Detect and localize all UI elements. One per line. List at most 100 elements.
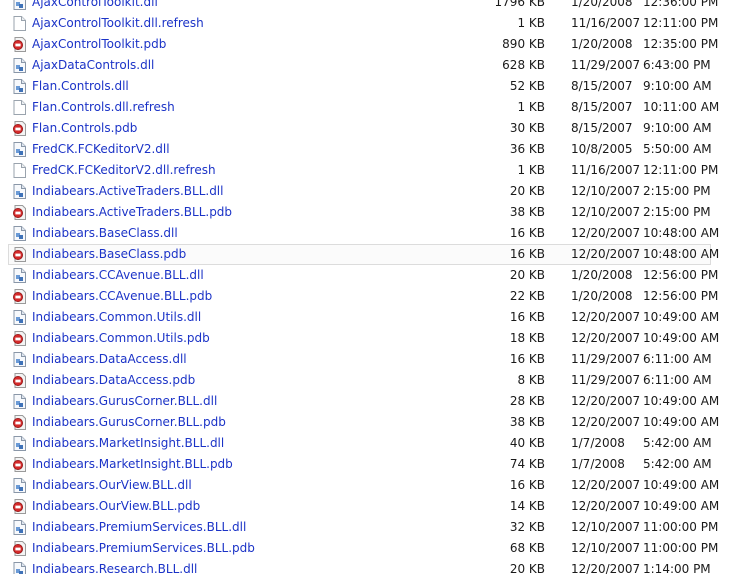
pdb-icon: [13, 499, 26, 514]
file-row[interactable]: Indiabears.Common.Utils.pdb 18 KB 12/20/20…: [8, 328, 719, 349]
file-time: 12:11:00 PM: [643, 16, 719, 30]
file-row[interactable]: Indiabears.ActiveTraders.BLL.dll 20 KB 12/…: [8, 181, 711, 202]
file-size: 18 KB: [509, 331, 545, 345]
file-name[interactable]: Indiabears.GurusCorner.BLL.pdb: [32, 413, 226, 432]
file-name[interactable]: Indiabears.DataAccess.pdb: [32, 371, 195, 390]
file-time: 1:14:00 PM: [643, 562, 711, 574]
file-name[interactable]: Indiabears.BaseClass.pdb: [32, 245, 186, 264]
file-row[interactable]: Indiabears.Research.BLL.dll 20 KB 12/20/20…: [8, 559, 711, 574]
file-date: 12/20/2007: [571, 331, 641, 345]
file-time: 12:56:00 PM: [643, 268, 719, 282]
dll-icon: [13, 562, 26, 574]
file-row[interactable]: Indiabears.Common.Utils.dll 16 KB 12/20/20…: [8, 307, 719, 328]
file-row[interactable]: Indiabears.DataAccess.dll 16 KB 11/29/2007…: [8, 349, 712, 370]
file-name[interactable]: Indiabears.CCAvenue.BLL.pdb: [32, 287, 212, 306]
file-name[interactable]: Indiabears.OurView.BLL.pdb: [32, 497, 200, 516]
file-row[interactable]: Indiabears.ActiveTraders.BLL.pdb 38 KB 12/…: [8, 202, 711, 223]
file-row[interactable]: Indiabears.PremiumServices.BLL.pdb 68 KB 1…: [8, 538, 718, 559]
file-name[interactable]: Indiabears.ActiveTraders.BLL.pdb: [32, 203, 232, 222]
file-name[interactable]: AjaxControlToolkit.pdb: [32, 35, 166, 54]
file-row[interactable]: AjaxControlToolkit.dll 1796 KB 1/20/2008 12…: [8, 0, 718, 13]
file-name[interactable]: AjaxControlToolkit.dll: [32, 0, 158, 12]
file-time: 9:10:00 AM: [643, 121, 712, 135]
file-row[interactable]: Indiabears.OurView.BLL.pdb 14 KB 12/20/200…: [8, 496, 719, 517]
file-name[interactable]: Indiabears.ActiveTraders.BLL.dll: [32, 182, 223, 201]
file-name[interactable]: Indiabears.CCAvenue.BLL.dll: [32, 266, 204, 285]
file-name[interactable]: Indiabears.Research.BLL.dll: [32, 560, 197, 574]
file-name[interactable]: Indiabears.MarketInsight.BLL.dll: [32, 434, 224, 453]
file-row[interactable]: Indiabears.DataAccess.pdb 8 KB 11/29/2007 6…: [8, 370, 712, 391]
dll-icon: [13, 184, 26, 199]
file-date: 12/10/2007: [571, 184, 641, 198]
file-date: 12/20/2007: [571, 226, 641, 240]
pdb-icon: [13, 205, 26, 220]
file-time: 10:49:00 AM: [643, 478, 720, 492]
file-time: 2:15:00 PM: [643, 184, 711, 198]
file-size: 14 KB: [509, 499, 545, 513]
file-name[interactable]: Flan.Controls.dll: [32, 77, 129, 96]
file-size: 52 KB: [509, 79, 545, 93]
file-row[interactable]: Indiabears.CCAvenue.BLL.dll 20 KB 1/20/200…: [8, 265, 718, 286]
file-date: 12/10/2007: [571, 520, 641, 534]
file-date: 1/20/2008: [571, 268, 633, 282]
file-row[interactable]: Indiabears.MarketInsight.BLL.dll 40 KB 1/7…: [8, 433, 712, 454]
file-row[interactable]: Flan.Controls.pdb 30 KB 8/15/2007 9:10:00 A…: [8, 118, 712, 139]
file-row[interactable]: Indiabears.BaseClass.pdb 16 KB 12/20/2007 1…: [8, 244, 719, 265]
file-name[interactable]: Indiabears.DataAccess.dll: [32, 350, 187, 369]
file-name[interactable]: FredCK.FCKeditorV2.dll: [32, 140, 170, 159]
file-row[interactable]: Flan.Controls.dll 52 KB 8/15/2007 9:10:00 A…: [8, 76, 712, 97]
file-time: 10:48:00 AM: [643, 226, 720, 240]
file-name[interactable]: Indiabears.MarketInsight.BLL.pdb: [32, 455, 233, 474]
file-time: 6:11:00 AM: [643, 352, 712, 366]
file-size: 890 KB: [502, 37, 545, 51]
file-name[interactable]: Indiabears.Common.Utils.dll: [32, 308, 201, 327]
file-name[interactable]: Indiabears.OurView.BLL.dll: [32, 476, 192, 495]
file-name[interactable]: Indiabears.BaseClass.dll: [32, 224, 178, 243]
file-row[interactable]: Indiabears.GurusCorner.BLL.pdb 38 KB 12/20…: [8, 412, 719, 433]
file-row[interactable]: AjaxControlToolkit.dll.refresh 1 KB 11/16/…: [8, 13, 718, 34]
file-date: 11/16/2007: [571, 16, 641, 30]
file-row[interactable]: Indiabears.MarketInsight.BLL.pdb 74 KB 1/7…: [8, 454, 712, 475]
file-row[interactable]: Indiabears.BaseClass.dll 16 KB 12/20/2007 1…: [8, 223, 719, 244]
dll-icon: [13, 79, 26, 94]
file-date: 1/7/2008: [571, 436, 625, 450]
file-time: 12:35:00 PM: [643, 37, 719, 51]
dll-icon: [13, 226, 26, 241]
dll-icon: [13, 142, 26, 157]
file-name[interactable]: Indiabears.Common.Utils.pdb: [32, 329, 210, 348]
file-row[interactable]: FredCK.FCKeditorV2.dll 36 KB 10/8/2005 5:50…: [8, 139, 712, 160]
file-row[interactable]: AjaxControlToolkit.pdb 890 KB 1/20/2008 12:…: [8, 34, 718, 55]
file-row[interactable]: Indiabears.OurView.BLL.dll 16 KB 12/20/200…: [8, 475, 719, 496]
file-row[interactable]: Indiabears.PremiumServices.BLL.dll 32 KB 1…: [8, 517, 718, 538]
file-name[interactable]: Flan.Controls.dll.refresh: [32, 98, 175, 117]
file-date: 12/20/2007: [571, 562, 641, 574]
file-size: 36 KB: [509, 142, 545, 156]
file-date: 12/10/2007: [571, 205, 641, 219]
file-date: 8/15/2007: [571, 100, 633, 114]
file-row[interactable]: Indiabears.CCAvenue.BLL.pdb 22 KB 1/20/200…: [8, 286, 718, 307]
file-name[interactable]: AjaxControlToolkit.dll.refresh: [32, 14, 204, 33]
dll-icon: [13, 520, 26, 535]
file-name[interactable]: Indiabears.PremiumServices.BLL.pdb: [32, 539, 255, 558]
file-date: 11/29/2007: [571, 58, 641, 72]
file-size: 38 KB: [509, 415, 545, 429]
file-time: 5:50:00 AM: [643, 142, 712, 156]
file-name[interactable]: Indiabears.PremiumServices.BLL.dll: [32, 518, 246, 537]
file-time: 10:49:00 AM: [643, 415, 720, 429]
file-name[interactable]: AjaxDataControls.dll: [32, 56, 154, 75]
file-name[interactable]: FredCK.FCKeditorV2.dll.refresh: [32, 161, 216, 180]
file-size: 1 KB: [517, 16, 545, 30]
file-date: 1/20/2008: [571, 289, 633, 303]
file-row[interactable]: FredCK.FCKeditorV2.dll.refresh 1 KB 11/16/…: [8, 160, 718, 181]
file-time: 12:56:00 PM: [643, 289, 719, 303]
file-name[interactable]: Flan.Controls.pdb: [32, 119, 137, 138]
file-row[interactable]: AjaxDataControls.dll 628 KB 11/29/2007 6:43…: [8, 55, 711, 76]
file-size: 32 KB: [509, 520, 545, 534]
file-name[interactable]: Indiabears.GurusCorner.BLL.dll: [32, 392, 217, 411]
pdb-icon: [13, 37, 26, 52]
file-row[interactable]: Indiabears.GurusCorner.BLL.dll 28 KB 12/20…: [8, 391, 719, 412]
file-row[interactable]: Flan.Controls.dll.refresh 1 KB 8/15/2007 10…: [8, 97, 719, 118]
file-size: 68 KB: [509, 541, 545, 555]
file-size: 20 KB: [509, 562, 545, 574]
file-date: 8/15/2007: [571, 121, 633, 135]
